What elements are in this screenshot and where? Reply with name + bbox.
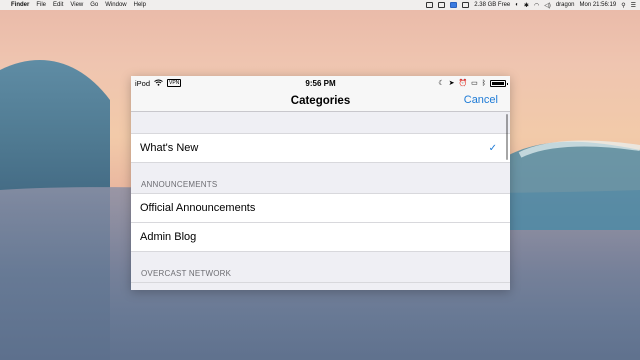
list-item-label: What's New — [140, 142, 199, 154]
list-item-whats-new[interactable]: What's New ✓ — [131, 134, 510, 163]
section-header-announcements: ANNOUNCEMENTS — [131, 163, 510, 194]
status-item-icon[interactable] — [426, 2, 434, 8]
menu-edit[interactable]: Edit — [53, 2, 63, 8]
menu-window[interactable]: Window — [105, 2, 126, 8]
section-header-overcast-network: OVERCAST NETWORK — [131, 252, 510, 283]
status-item-icon[interactable] — [462, 2, 470, 8]
menu-go[interactable]: Go — [90, 2, 98, 8]
section-header-label: ANNOUNCEMENTS — [141, 180, 218, 189]
status-time: 9:56 PM — [305, 78, 336, 88]
list-item-admin-blog[interactable]: Admin Blog — [131, 223, 510, 252]
notification-center-icon[interactable]: ☰ — [631, 2, 636, 9]
nav-bar: Categories Cancel — [131, 90, 510, 112]
menu-clock[interactable]: Mon 21:56:19 — [580, 2, 617, 8]
spotlight-icon[interactable]: ⚲ — [621, 2, 625, 9]
ios-status-bar: iPod VPN 9:56 PM ☾ ➤ ⏰ ▭ ᛒ — [131, 76, 510, 90]
ios-simulator-window: iPod VPN 9:56 PM ☾ ➤ ⏰ ▭ ᛒ Categories Ca… — [131, 76, 510, 290]
menu-file[interactable]: File — [36, 2, 46, 8]
disk-free-readout[interactable]: 2.38 GB Free — [474, 2, 510, 8]
section-header-label: OVERCAST NETWORK — [141, 269, 232, 278]
user-menu[interactable]: dragon — [556, 2, 575, 8]
checkmark-icon: ✓ — [488, 142, 497, 154]
list-item-official-announcements[interactable]: Official Announcements — [131, 194, 510, 223]
volume-icon[interactable]: ◁) — [544, 2, 551, 9]
section-spacer — [131, 112, 510, 134]
list-item-label: Admin Blog — [140, 231, 197, 243]
categories-list[interactable]: What's New ✓ ANNOUNCEMENTS Official Anno… — [131, 112, 510, 283]
menu-view[interactable]: View — [70, 2, 83, 8]
bluetooth-icon[interactable]: ✱ — [524, 2, 529, 9]
menu-help[interactable]: Help — [134, 2, 146, 8]
nav-title: Categories — [290, 94, 351, 107]
cancel-button[interactable]: Cancel — [464, 94, 498, 106]
status-item-icon[interactable] — [450, 2, 458, 8]
mac-menu-bar: Finder File Edit View Go Window Help 2.3… — [0, 0, 640, 10]
list-item-label: Official Announcements — [140, 202, 256, 214]
status-item-icon[interactable] — [438, 2, 446, 8]
menu-app-name[interactable]: Finder — [11, 2, 29, 8]
battery-icon — [490, 79, 508, 87]
scrollbar[interactable] — [506, 114, 508, 160]
wifi-icon[interactable]: ◠ — [534, 2, 539, 9]
status-item-icon[interactable]: ◐ — [515, 2, 519, 8]
